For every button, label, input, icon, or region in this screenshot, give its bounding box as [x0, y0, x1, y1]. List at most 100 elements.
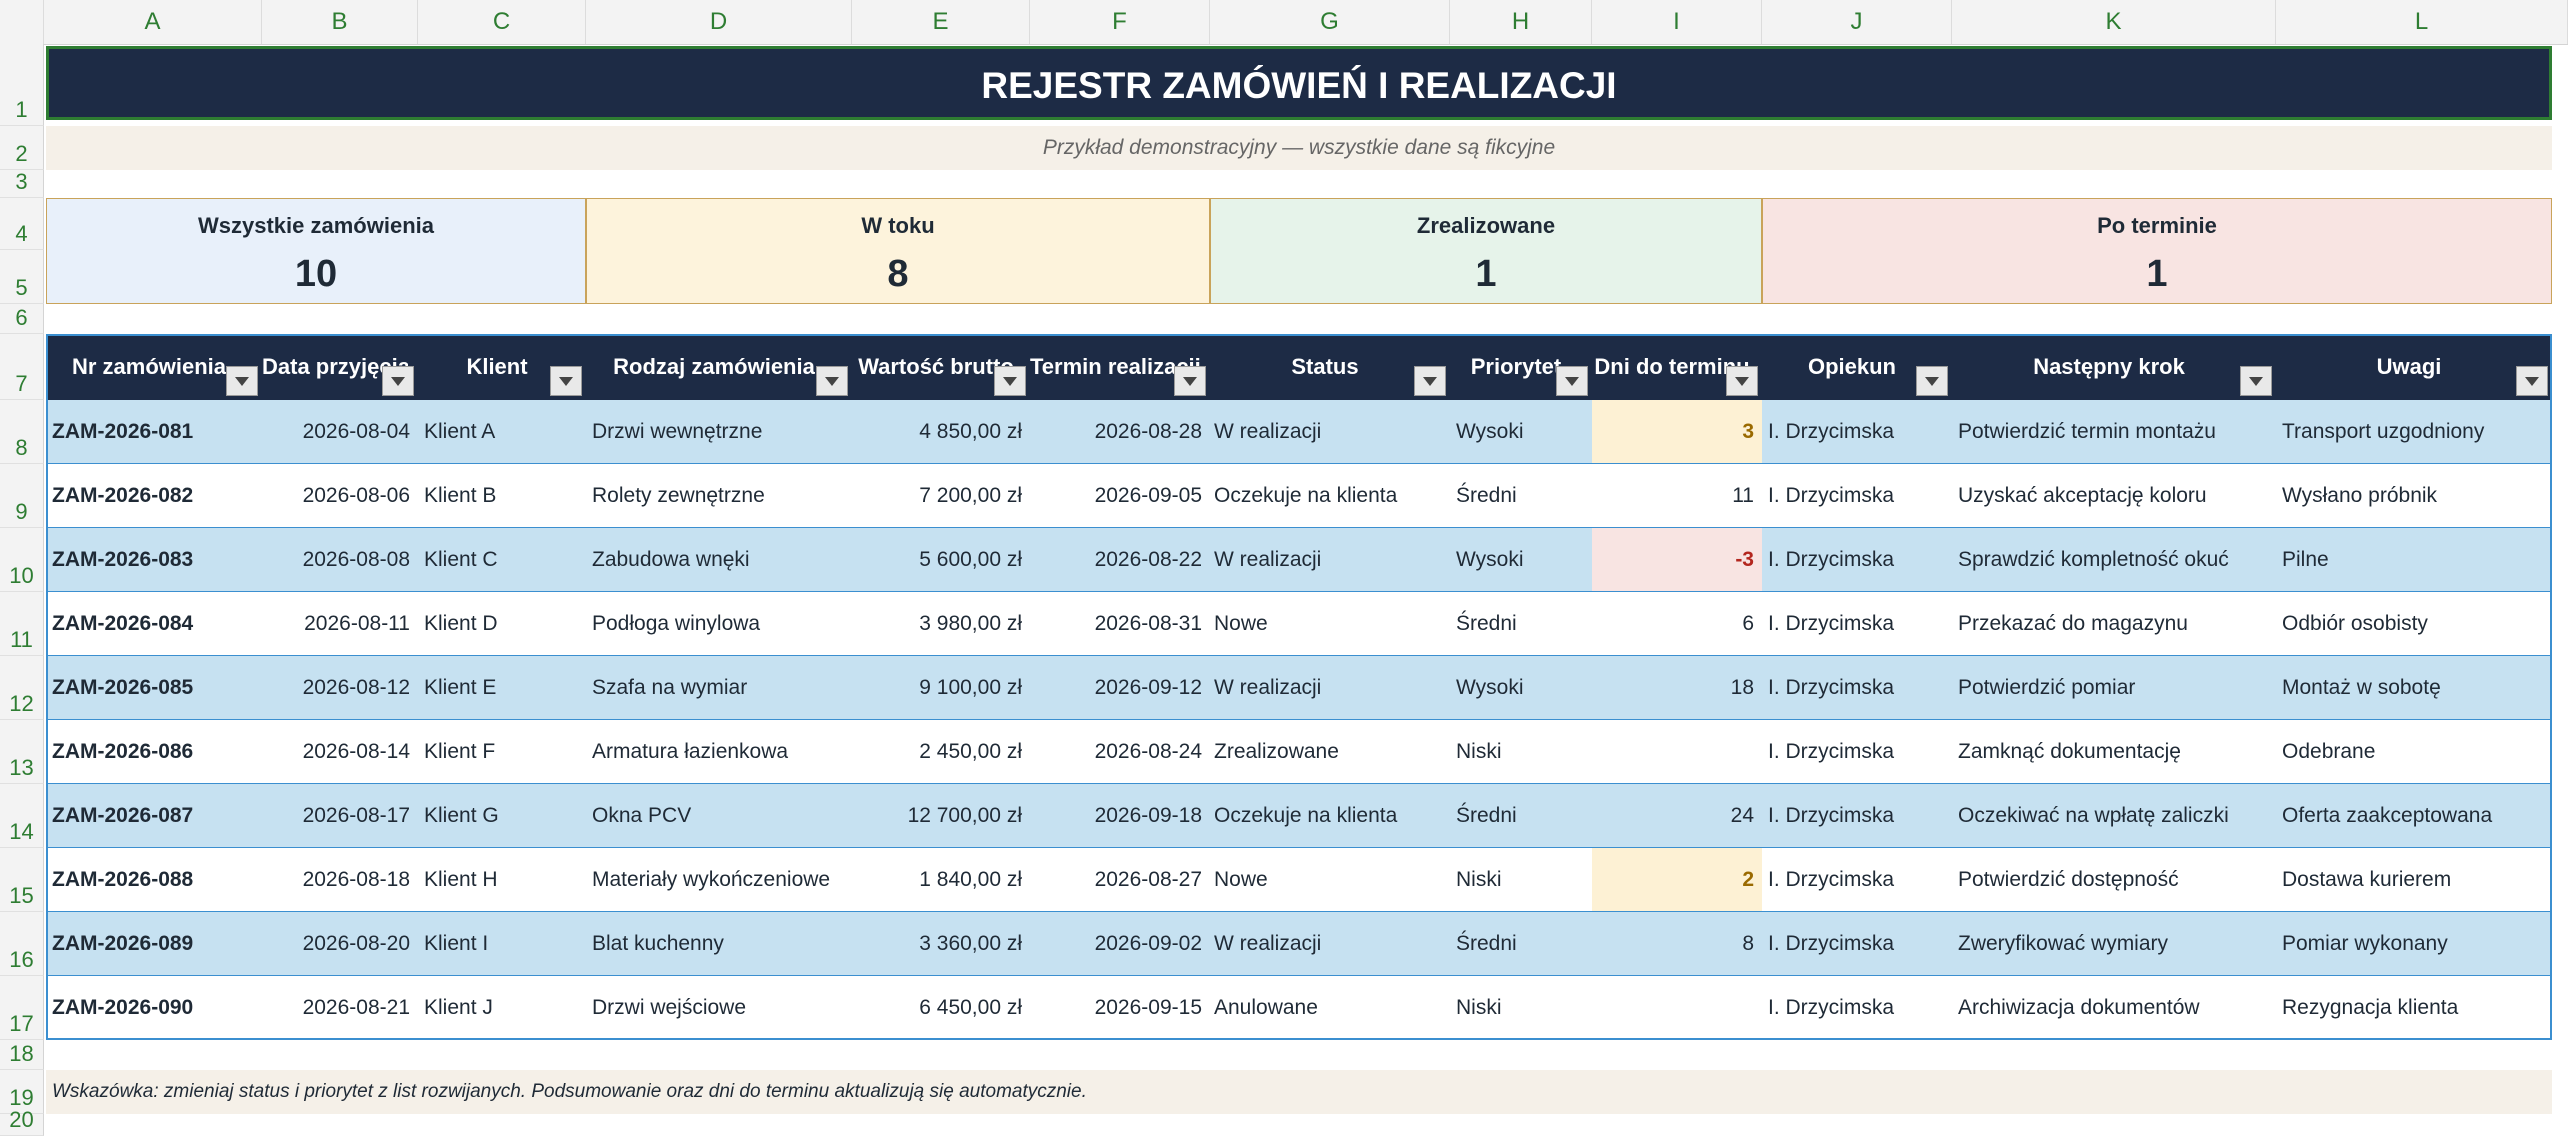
- cell-due-date[interactable]: 2026-09-02: [1030, 912, 1210, 975]
- filter-dropdown-icon[interactable]: [1916, 366, 1948, 396]
- table-row[interactable]: ZAM-2026-083 2026-08-08 Klient C Zabudowa w…: [46, 528, 2552, 592]
- cell-order-date[interactable]: 2026-08-06: [262, 464, 418, 527]
- cell-order-type[interactable]: Materiały wykończeniowe: [586, 848, 852, 911]
- cell-priority[interactable]: Średni: [1450, 912, 1592, 975]
- row-header-4[interactable]: 4: [0, 198, 44, 250]
- column-header-a[interactable]: A: [44, 0, 262, 44]
- filter-dropdown-icon[interactable]: [994, 366, 1026, 396]
- cell-owner[interactable]: I. Drzycimska: [1762, 912, 1952, 975]
- cell-gross-value[interactable]: 12 700,00 zł: [852, 784, 1030, 847]
- row-header-5[interactable]: 5: [0, 250, 44, 304]
- cell-next-step[interactable]: Oczekiwać na wpłatę zaliczki: [1952, 784, 2276, 847]
- cell-owner[interactable]: I. Drzycimska: [1762, 464, 1952, 527]
- cell-notes[interactable]: Pilne: [2276, 528, 2552, 591]
- cell-gross-value[interactable]: 1 840,00 zł: [852, 848, 1030, 911]
- cell-notes[interactable]: Montaż w sobotę: [2276, 656, 2552, 719]
- column-header-c[interactable]: C: [418, 0, 586, 44]
- cell-days-to-due[interactable]: 3: [1592, 400, 1762, 463]
- filter-dropdown-icon[interactable]: [2516, 366, 2548, 396]
- row-header-2[interactable]: 2: [0, 126, 44, 170]
- cell-owner[interactable]: I. Drzycimska: [1762, 720, 1952, 783]
- cell-due-date[interactable]: 2026-09-15: [1030, 976, 1210, 1039]
- column-header-h[interactable]: H: [1450, 0, 1592, 44]
- cell-priority[interactable]: Średni: [1450, 464, 1592, 527]
- cell-owner[interactable]: I. Drzycimska: [1762, 784, 1952, 847]
- cell-days-to-due[interactable]: [1592, 720, 1762, 783]
- cell-status[interactable]: Oczekuje na klienta: [1210, 784, 1450, 847]
- cell-status[interactable]: Zrealizowane: [1210, 720, 1450, 783]
- cell-days-to-due[interactable]: 24: [1592, 784, 1762, 847]
- cell-order-number[interactable]: ZAM-2026-089: [46, 912, 262, 975]
- cell-client[interactable]: Klient I: [418, 912, 586, 975]
- cell-due-date[interactable]: 2026-08-31: [1030, 592, 1210, 655]
- table-row[interactable]: ZAM-2026-084 2026-08-11 Klient D Podłoga wi…: [46, 592, 2552, 656]
- cell-client[interactable]: Klient H: [418, 848, 586, 911]
- cell-priority[interactable]: Wysoki: [1450, 400, 1592, 463]
- cell-order-number[interactable]: ZAM-2026-090: [46, 976, 262, 1039]
- select-all-corner[interactable]: [0, 0, 44, 44]
- cell-owner[interactable]: I. Drzycimska: [1762, 400, 1952, 463]
- cell-next-step[interactable]: Przekazać do magazynu: [1952, 592, 2276, 655]
- row-header-8[interactable]: 8: [0, 400, 44, 464]
- row-header-14[interactable]: 14: [0, 784, 44, 848]
- column-header-j[interactable]: J: [1762, 0, 1952, 44]
- cell-status[interactable]: Anulowane: [1210, 976, 1450, 1039]
- cell-due-date[interactable]: 2026-08-28: [1030, 400, 1210, 463]
- cell-gross-value[interactable]: 9 100,00 zł: [852, 656, 1030, 719]
- cell-client[interactable]: Klient G: [418, 784, 586, 847]
- cell-next-step[interactable]: Potwierdzić dostępność: [1952, 848, 2276, 911]
- cell-gross-value[interactable]: 2 450,00 zł: [852, 720, 1030, 783]
- cell-order-type[interactable]: Rolety zewnętrzne: [586, 464, 852, 527]
- cell-next-step[interactable]: Zamknąć dokumentację: [1952, 720, 2276, 783]
- cell-priority[interactable]: Wysoki: [1450, 528, 1592, 591]
- cell-days-to-due[interactable]: 6: [1592, 592, 1762, 655]
- cell-gross-value[interactable]: 6 450,00 zł: [852, 976, 1030, 1039]
- table-row[interactable]: ZAM-2026-081 2026-08-04 Klient A Drzwi wewn…: [46, 400, 2552, 464]
- cell-notes[interactable]: Odbiór osobisty: [2276, 592, 2552, 655]
- row-header-6[interactable]: 6: [0, 304, 44, 334]
- column-header-g[interactable]: G: [1210, 0, 1450, 44]
- cell-next-step[interactable]: Potwierdzić pomiar: [1952, 656, 2276, 719]
- column-header-e[interactable]: E: [852, 0, 1030, 44]
- cell-next-step[interactable]: Sprawdzić kompletność okuć: [1952, 528, 2276, 591]
- cell-next-step[interactable]: Potwierdzić termin montażu: [1952, 400, 2276, 463]
- cell-owner[interactable]: I. Drzycimska: [1762, 528, 1952, 591]
- cell-owner[interactable]: I. Drzycimska: [1762, 976, 1952, 1039]
- cell-order-number[interactable]: ZAM-2026-084: [46, 592, 262, 655]
- filter-dropdown-icon[interactable]: [1174, 366, 1206, 396]
- kpi-overdue[interactable]: Po terminie 1: [1762, 198, 2552, 304]
- cell-owner[interactable]: I. Drzycimska: [1762, 592, 1952, 655]
- cell-gross-value[interactable]: 4 850,00 zł: [852, 400, 1030, 463]
- cell-notes[interactable]: Transport uzgodniony: [2276, 400, 2552, 463]
- cell-notes[interactable]: Oferta zaakceptowana: [2276, 784, 2552, 847]
- cell-order-type[interactable]: Szafa na wymiar: [586, 656, 852, 719]
- cell-days-to-due[interactable]: 18: [1592, 656, 1762, 719]
- cell-order-date[interactable]: 2026-08-20: [262, 912, 418, 975]
- cell-order-number[interactable]: ZAM-2026-088: [46, 848, 262, 911]
- cell-due-date[interactable]: 2026-08-27: [1030, 848, 1210, 911]
- cell-owner[interactable]: I. Drzycimska: [1762, 848, 1952, 911]
- hint-note[interactable]: Wskazówka: zmieniaj status i priorytet z…: [46, 1070, 2552, 1114]
- table-row[interactable]: ZAM-2026-085 2026-08-12 Klient E Szafa na w…: [46, 656, 2552, 720]
- cell-order-date[interactable]: 2026-08-11: [262, 592, 418, 655]
- cell-due-date[interactable]: 2026-09-05: [1030, 464, 1210, 527]
- cell-order-number[interactable]: ZAM-2026-087: [46, 784, 262, 847]
- row-header-16[interactable]: 16: [0, 912, 44, 976]
- cell-days-to-due[interactable]: 11: [1592, 464, 1762, 527]
- cell-notes[interactable]: Wysłano próbnik: [2276, 464, 2552, 527]
- cell-order-number[interactable]: ZAM-2026-081: [46, 400, 262, 463]
- cell-order-number[interactable]: ZAM-2026-086: [46, 720, 262, 783]
- row-header-9[interactable]: 9: [0, 464, 44, 528]
- cell-notes[interactable]: Dostawa kurierem: [2276, 848, 2552, 911]
- row-header-12[interactable]: 12: [0, 656, 44, 720]
- cell-owner[interactable]: I. Drzycimska: [1762, 656, 1952, 719]
- cell-order-type[interactable]: Drzwi wejściowe: [586, 976, 852, 1039]
- row-header-7[interactable]: 7: [0, 334, 44, 400]
- cell-order-type[interactable]: Blat kuchenny: [586, 912, 852, 975]
- cell-order-date[interactable]: 2026-08-17: [262, 784, 418, 847]
- header-owner[interactable]: Opiekun: [1762, 334, 1942, 400]
- header-status[interactable]: Status: [1210, 334, 1440, 400]
- cell-order-type[interactable]: Podłoga winylowa: [586, 592, 852, 655]
- column-header-b[interactable]: B: [262, 0, 418, 44]
- row-header-20[interactable]: 20: [0, 1107, 44, 1136]
